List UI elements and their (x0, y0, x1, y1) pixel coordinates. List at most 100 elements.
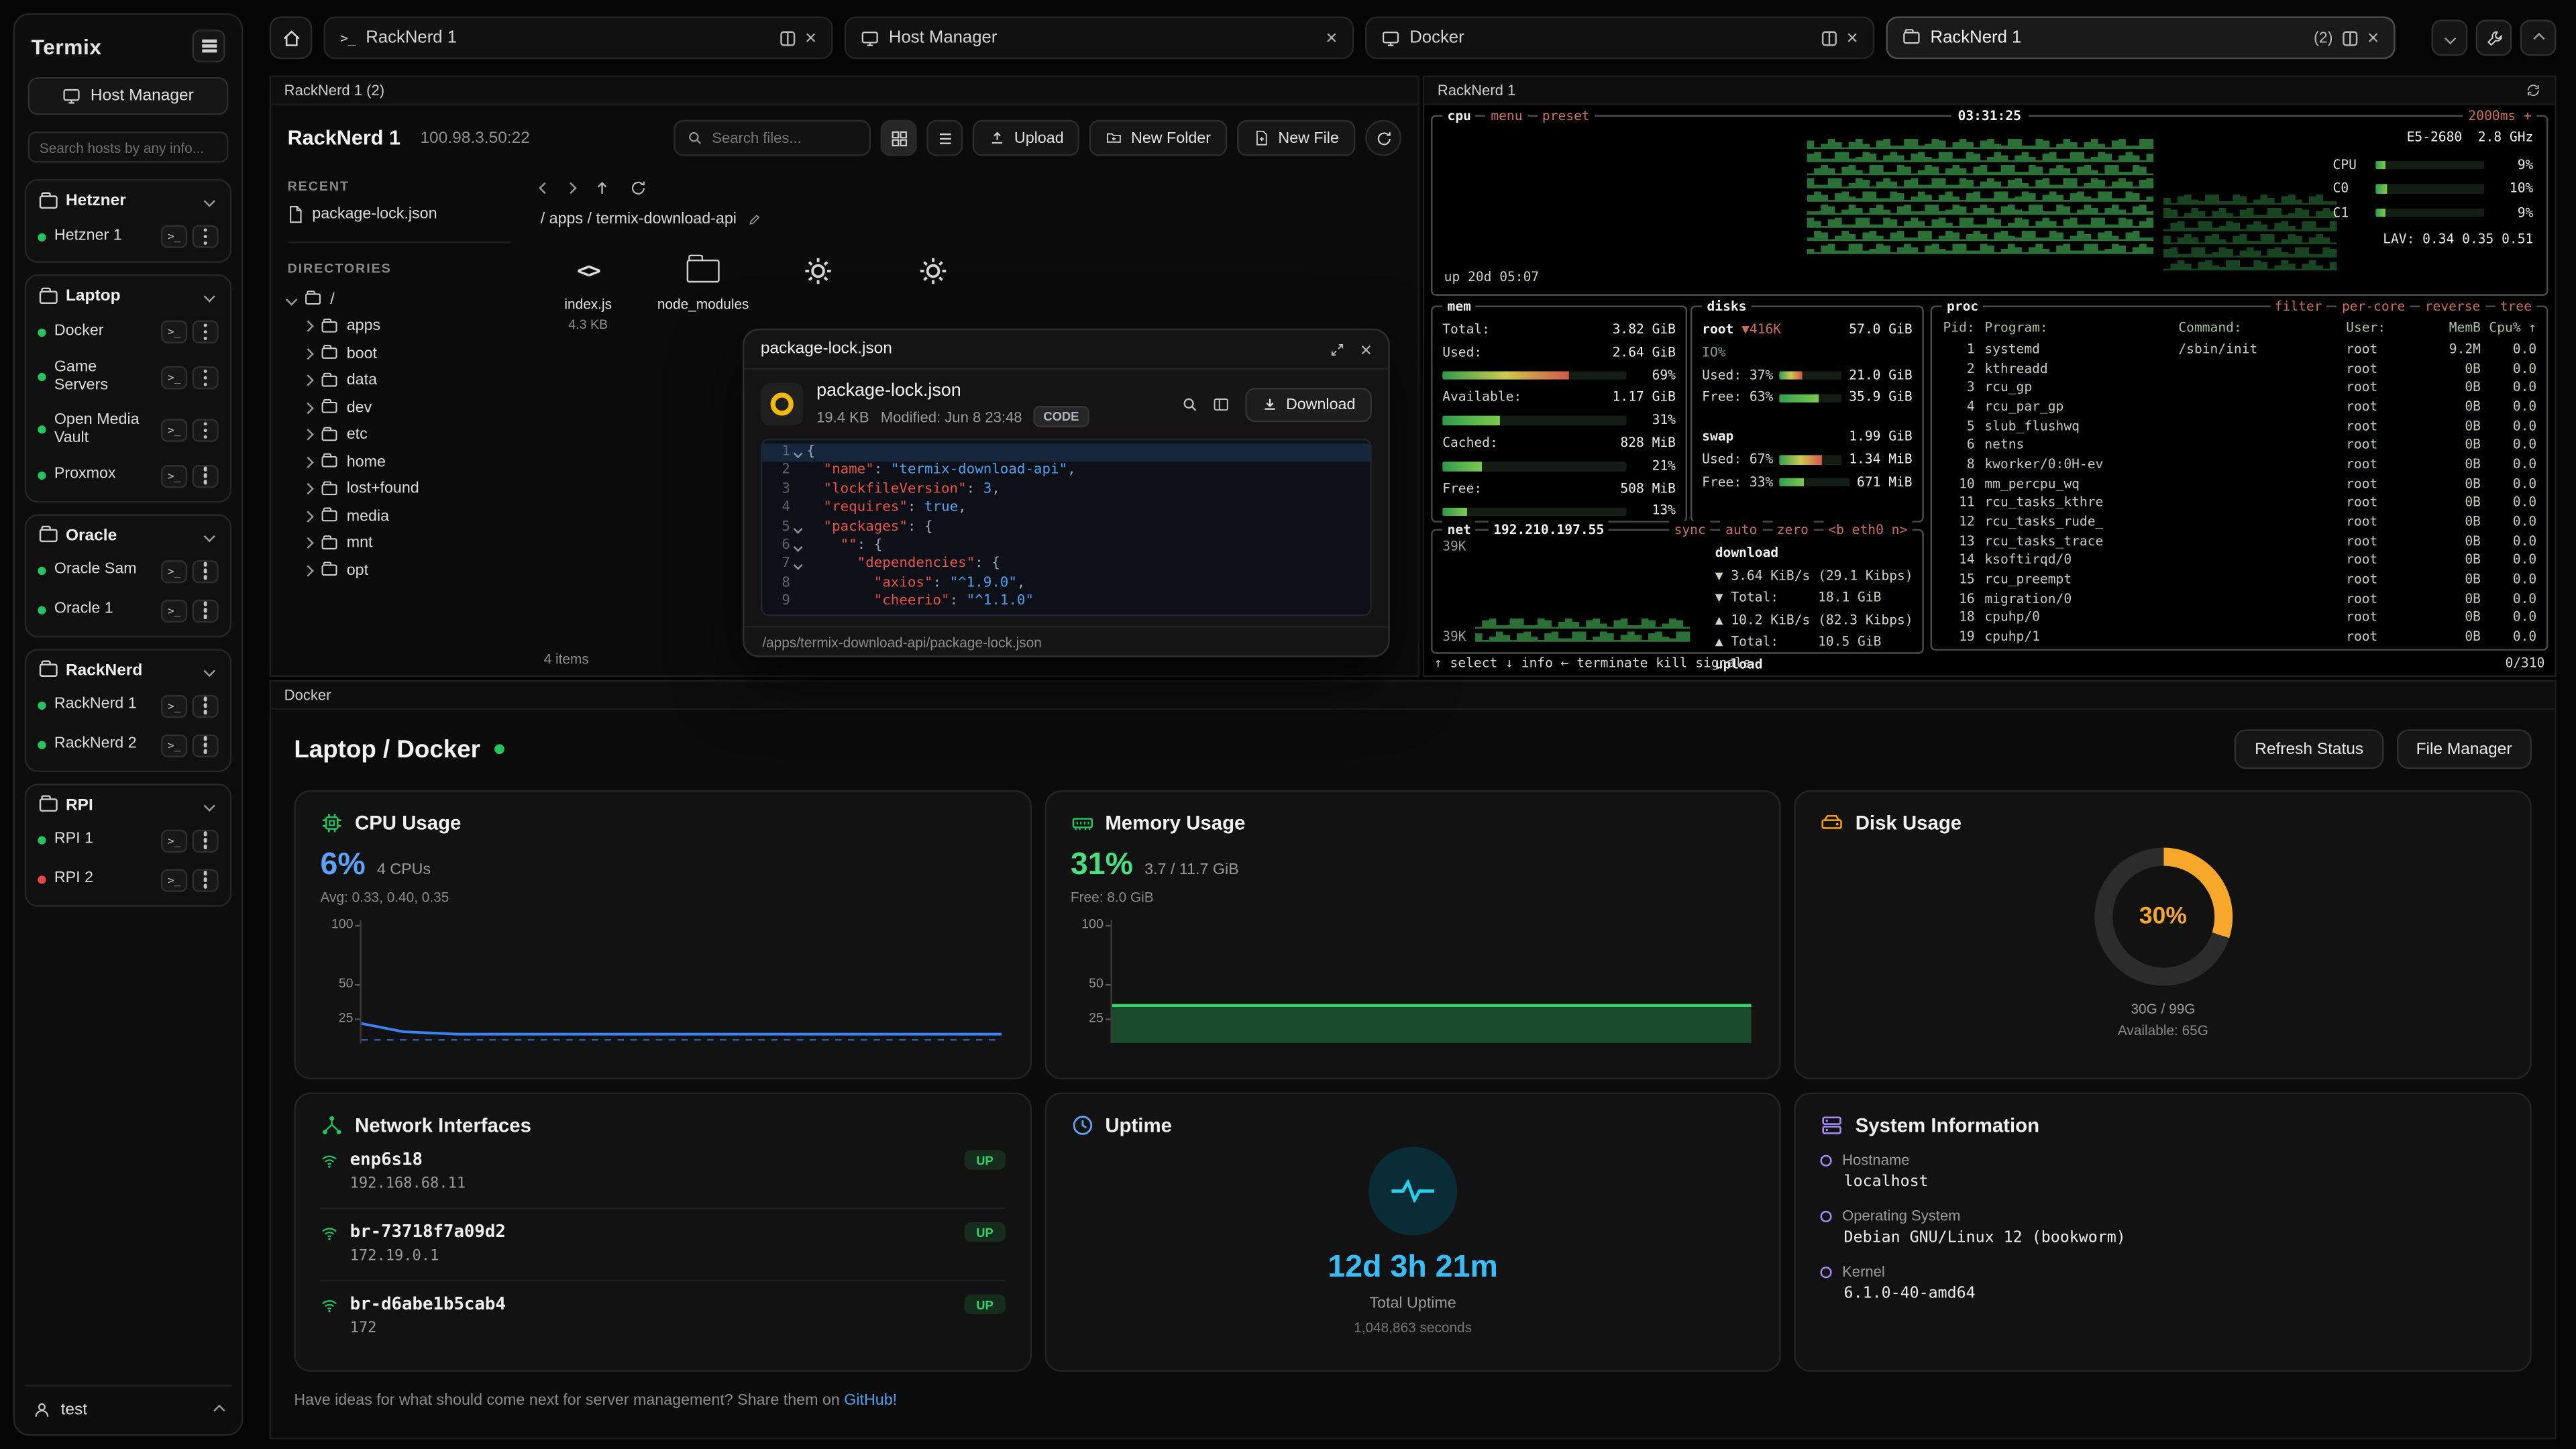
process-row[interactable]: 16migration/0root0B0.0 (1942, 590, 2537, 609)
sync-icon[interactable] (2525, 82, 2541, 98)
recent-file-item[interactable]: package-lock.json (288, 205, 511, 223)
refresh-icon[interactable] (629, 179, 647, 197)
tree-item[interactable]: media (288, 502, 511, 529)
ssh-connect-button[interactable]: >_ (161, 464, 187, 487)
file-search-input[interactable] (712, 129, 858, 146)
ssh-connect-button[interactable]: >_ (161, 869, 187, 892)
edit-path-icon[interactable] (748, 212, 763, 227)
process-row[interactable]: 19cpuhp/1root0B0.0 (1942, 628, 2537, 644)
fold-toggle[interactable] (790, 537, 806, 556)
process-row[interactable]: 18cpuhp/0root0B0.0 (1942, 609, 2537, 629)
split-view-icon[interactable] (780, 30, 795, 45)
proc-control[interactable]: reverse (2420, 297, 2485, 317)
host-menu-button[interactable] (193, 419, 219, 441)
tree-item[interactable]: apps (288, 313, 511, 340)
tree-item[interactable]: home (288, 449, 511, 476)
tree-item[interactable]: opt (288, 557, 511, 584)
process-row[interactable]: 3rcu_gproot0B0.0 (1942, 378, 2537, 398)
host-item[interactable]: RPI 2>_ (32, 861, 225, 900)
net-control[interactable]: auto (1721, 521, 1762, 540)
terminal-screen[interactable]: cpu menu preset 03:31:25 2000ms + ▅▁▃▆▄▁… (1424, 105, 2555, 676)
process-row[interactable]: 6netnsroot0B0.0 (1942, 436, 2537, 455)
host-item[interactable]: Game Servers>_ (32, 352, 225, 404)
close-tab-icon[interactable]: × (2367, 28, 2379, 48)
net-control[interactable]: <b eth0 n> (1823, 521, 1913, 540)
host-item[interactable]: Open Media Vault>_ (32, 404, 225, 456)
upload-button[interactable]: Upload (973, 120, 1080, 156)
home-button[interactable] (270, 16, 313, 59)
process-row[interactable]: 1systemd/sbin/initroot9.2M0.0 (1942, 340, 2537, 360)
process-row[interactable]: 2kthreaddroot0B0.0 (1942, 360, 2537, 379)
tree-item[interactable]: mnt (288, 530, 511, 557)
expand-icon[interactable] (1329, 341, 1345, 357)
host-search-input[interactable] (28, 131, 229, 163)
host-menu-button[interactable] (193, 366, 219, 389)
proc-control[interactable]: per-core (2337, 297, 2410, 317)
file-tile[interactable]: <>index.js4.3 KB (541, 252, 636, 332)
host-item[interactable]: Docker>_ (32, 312, 225, 352)
process-row[interactable]: 14ksoftirqd/0root0B0.0 (1942, 551, 2537, 571)
tab-racknerd-1-0[interactable]: >_RackNerd 1× (323, 16, 833, 59)
host-menu-button[interactable] (193, 734, 219, 757)
ssh-connect-button[interactable]: >_ (161, 694, 187, 717)
host-item[interactable]: RackNerd 2>_ (32, 726, 225, 765)
process-row[interactable]: 15rcu_preemptroot0B0.0 (1942, 570, 2537, 590)
panel-view-icon[interactable] (1213, 396, 1230, 413)
new-folder-button[interactable]: New Folder (1090, 120, 1228, 156)
search-in-file-icon[interactable] (1181, 396, 1198, 413)
forward-icon[interactable] (565, 182, 576, 194)
host-menu-button[interactable] (193, 464, 219, 487)
tabs-dropdown-button[interactable] (2431, 19, 2467, 56)
host-group-header[interactable]: RPI (32, 790, 225, 821)
ssh-connect-button[interactable]: >_ (161, 366, 187, 389)
github-link[interactable]: GitHub! (844, 1391, 897, 1409)
tab-racknerd-1-3[interactable]: RackNerd 1(2)× (1886, 16, 2395, 59)
host-manager-button[interactable]: Host Manager (28, 77, 229, 115)
new-file-button[interactable]: New File (1237, 120, 1355, 156)
host-item[interactable]: RackNerd 1>_ (32, 686, 225, 726)
process-row[interactable]: 11rcu_tasks_kthreroot0B0.0 (1942, 494, 2537, 513)
process-row[interactable]: 4rcu_par_gproot0B0.0 (1942, 398, 2537, 417)
collapse-button[interactable] (2520, 19, 2557, 56)
ssh-connect-button[interactable]: >_ (161, 599, 187, 622)
user-footer[interactable]: test (25, 1385, 232, 1424)
grid-view-button[interactable] (881, 120, 918, 156)
close-tab-icon[interactable]: × (805, 28, 816, 48)
process-row[interactable]: 13rcu_tasks_traceroot0B0.0 (1942, 532, 2537, 551)
process-row[interactable]: 12rcu_tasks_rude_root0B0.0 (1942, 513, 2537, 533)
tree-item[interactable]: lost+found (288, 476, 511, 502)
host-item[interactable]: Oracle Sam>_ (32, 551, 225, 591)
host-group-header[interactable]: RackNerd (32, 655, 225, 686)
host-menu-button[interactable] (193, 869, 219, 892)
file-tile[interactable]: node_modules (655, 252, 751, 332)
tab-host-manager-1[interactable]: Host Manager× (845, 16, 1354, 59)
ssh-connect-button[interactable]: >_ (161, 419, 187, 441)
host-group-header[interactable]: Oracle (32, 521, 225, 552)
close-modal-icon[interactable]: × (1360, 339, 1372, 359)
net-control[interactable]: sync (1669, 521, 1711, 540)
ssh-connect-button[interactable]: >_ (161, 734, 187, 757)
tree-item[interactable]: dev (288, 394, 511, 421)
ssh-connect-button[interactable]: >_ (161, 559, 187, 582)
tools-button[interactable] (2476, 19, 2512, 56)
close-tab-icon[interactable]: × (1326, 28, 1337, 48)
host-menu-button[interactable] (193, 225, 219, 248)
split-view-icon[interactable] (2343, 30, 2357, 45)
host-menu-button[interactable] (193, 559, 219, 582)
host-item[interactable]: Hetzner 1>_ (32, 217, 225, 256)
tree-item[interactable]: etc (288, 421, 511, 448)
tree-item-root[interactable]: / (288, 286, 511, 313)
ssh-connect-button[interactable]: >_ (161, 829, 187, 852)
file-search[interactable] (674, 120, 871, 156)
list-view-button[interactable] (927, 120, 963, 156)
process-row[interactable]: 8kworker/0:0H-evroot0B0.0 (1942, 455, 2537, 475)
split-view-icon[interactable] (1822, 30, 1837, 45)
tree-item[interactable]: boot (288, 340, 511, 367)
ssh-connect-button[interactable]: >_ (161, 225, 187, 248)
fold-toggle[interactable] (790, 556, 806, 575)
file-tile[interactable] (771, 252, 866, 332)
process-row[interactable]: 5slub_flushwqroot0B0.0 (1942, 417, 2537, 436)
sidebar-menu-button[interactable] (193, 30, 225, 62)
back-icon[interactable] (539, 182, 550, 194)
host-group-header[interactable]: Hetzner (32, 186, 225, 217)
